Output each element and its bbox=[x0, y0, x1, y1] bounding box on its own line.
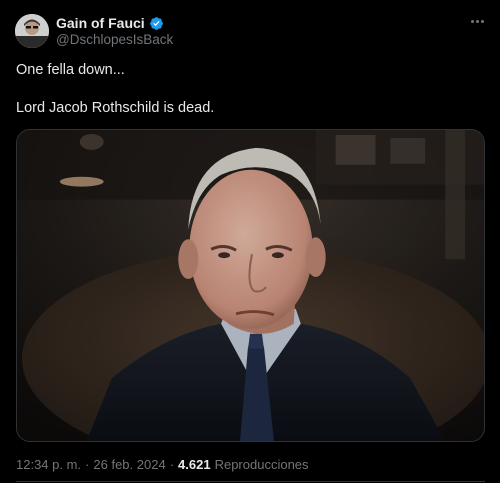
author-name-row: Gain of Fauci bbox=[56, 14, 164, 32]
avatar[interactable] bbox=[15, 14, 49, 48]
views-count: 4.621 bbox=[178, 457, 211, 472]
tweet-photo[interactable] bbox=[16, 129, 485, 442]
tweet-time[interactable]: 12:34 p. m. bbox=[16, 457, 81, 472]
meta-separator-2: · bbox=[169, 457, 175, 472]
portrait-photo bbox=[17, 130, 484, 441]
divider bbox=[16, 481, 485, 482]
avatar-image bbox=[15, 14, 49, 48]
verified-badge-icon bbox=[149, 16, 164, 31]
tweet-text-line-2: Lord Jacob Rothschild is dead. bbox=[16, 100, 215, 116]
author-handle[interactable]: @DschlopesIsBack bbox=[56, 32, 173, 47]
tweet: Gain of Fauci @DschlopesIsBack One fella… bbox=[0, 0, 500, 483]
views-label: Reproducciones bbox=[214, 457, 309, 472]
author-display-name[interactable]: Gain of Fauci bbox=[56, 15, 145, 31]
meta-separator: · bbox=[85, 457, 90, 472]
more-options-icon[interactable] bbox=[466, 12, 488, 30]
tweet-text-line-1: One fella down... bbox=[16, 62, 125, 78]
tweet-date[interactable]: 26 feb. 2024 bbox=[93, 457, 165, 472]
tweet-meta: 12:34 p. m. · 26 feb. 2024 · 4.621 Repro… bbox=[16, 457, 309, 472]
